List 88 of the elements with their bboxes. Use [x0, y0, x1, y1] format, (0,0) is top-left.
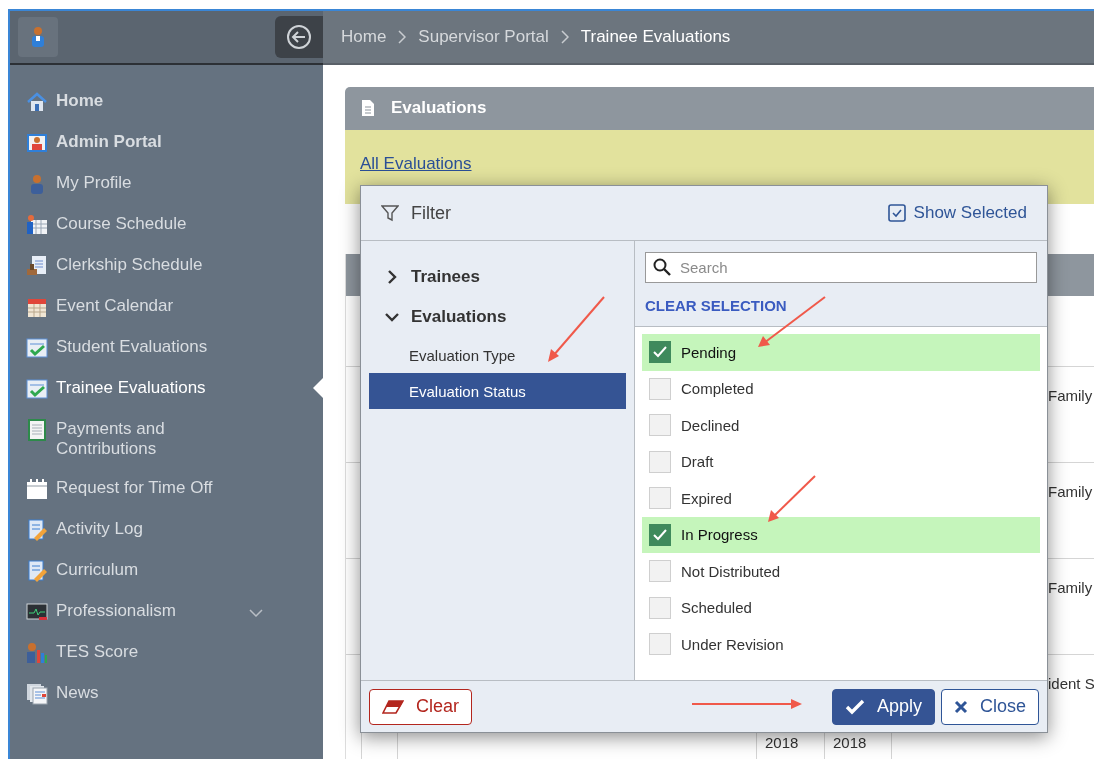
sidebar-item[interactable]: Request for Time Off [10, 468, 323, 509]
option-row[interactable]: Pending [642, 334, 1040, 371]
house-icon [26, 91, 48, 113]
calendar-icon [26, 478, 48, 500]
checkmark-icon [653, 528, 667, 541]
annotation-arrow [548, 296, 605, 362]
sidebar-item[interactable]: Professionalism [10, 591, 323, 632]
all-evaluations-link[interactable]: All Evaluations [360, 153, 472, 173]
back-button[interactable] [275, 16, 323, 58]
person-card-icon [26, 132, 48, 154]
tree-node[interactable]: Trainees [369, 257, 626, 297]
tree-node[interactable]: Evaluations [369, 297, 626, 337]
monitor-icon [26, 601, 48, 623]
sidebar-item[interactable]: TES Score [10, 632, 323, 673]
clear-selection-link[interactable]: CLEAR SELECTION [645, 297, 1037, 314]
close-button[interactable]: Close [940, 688, 1039, 725]
option-label: Expired [681, 489, 732, 507]
eraser-icon [382, 699, 404, 714]
annotation-arrow [768, 475, 816, 522]
chevron-down-icon [385, 312, 399, 322]
option-label: Pending [681, 343, 737, 361]
chevron-down-icon [249, 609, 263, 617]
table-cell-text: Family [1048, 579, 1093, 598]
sidebar-item[interactable]: Admin Portal [10, 122, 323, 163]
document-stamp-icon [26, 255, 48, 277]
option-row[interactable]: Completed [642, 370, 1040, 407]
option-row[interactable]: Expired [642, 480, 1040, 517]
document-icon [361, 99, 375, 118]
person-icon [30, 26, 46, 48]
sidebar-item[interactable]: Clerkship Schedule [10, 245, 323, 286]
notebook-icon [26, 419, 48, 441]
option-row[interactable]: Declined [642, 407, 1040, 444]
checkmark-icon [653, 346, 667, 359]
chevron-right-icon [398, 30, 407, 44]
checkbox[interactable] [649, 341, 671, 364]
notepad-pencil-icon [26, 560, 48, 582]
calendar-icon [26, 296, 48, 318]
option-row[interactable]: Draft [642, 443, 1040, 480]
search-field[interactable]: Search [645, 252, 1037, 283]
option-row[interactable]: Under Revision [642, 626, 1040, 663]
newspaper-icon [26, 683, 48, 705]
table-cell-text: Family [1048, 387, 1093, 406]
tree-item[interactable]: Evaluation Type [369, 337, 626, 373]
filter-title: Filter [411, 202, 451, 224]
chevron-right-icon [385, 270, 399, 284]
sidebar-item[interactable]: Event Calendar [10, 286, 323, 327]
breadcrumb-link[interactable]: Home [341, 27, 387, 47]
avatar-button[interactable] [18, 17, 58, 57]
sidebar-item[interactable]: Payments and Contributions [10, 409, 323, 468]
sidebar-item[interactable]: Student Evaluations [10, 327, 323, 368]
sidebar-item[interactable]: My Profile [10, 163, 323, 204]
bar-chart-icon [26, 642, 48, 664]
sidebar-item[interactable]: Activity Log [10, 509, 323, 550]
checkbox-checked-icon [887, 204, 906, 222]
tree-item[interactable]: Evaluation Status [369, 373, 626, 409]
option-row[interactable]: In Progress [642, 516, 1040, 553]
check-icon [844, 698, 865, 715]
checklist-icon [26, 337, 48, 359]
checkbox[interactable] [649, 523, 671, 546]
calendar-grid-icon [26, 214, 48, 236]
apply-button[interactable]: Apply [831, 688, 935, 725]
option-label: Draft [681, 453, 714, 471]
notepad-pencil-icon [26, 519, 48, 541]
table-cell-text: ident S [1048, 675, 1094, 694]
option-label: Completed [681, 380, 754, 398]
filter-icon [381, 204, 399, 222]
sidebar-item[interactable]: Course Schedule [10, 204, 323, 245]
clear-button[interactable]: Clear [369, 688, 472, 725]
breadcrumb-link[interactable]: Supervisor Portal [418, 27, 549, 47]
option-label: Scheduled [681, 599, 752, 617]
sidebar-item[interactable]: Curriculum [10, 550, 323, 591]
panel-title: Evaluations [391, 98, 487, 119]
sidebar-item[interactable]: News [10, 673, 323, 714]
show-selected-toggle[interactable]: Show Selected [887, 203, 1027, 223]
option-label: Declined [681, 416, 740, 434]
option-label: In Progress [681, 526, 758, 544]
option-row[interactable]: Not Distributed [642, 553, 1040, 590]
table-cell-text: Family [1048, 483, 1093, 502]
option-label: Not Distributed [681, 562, 781, 580]
chevron-right-icon [560, 30, 569, 44]
table-cell: 2018 [833, 734, 867, 751]
option-label: Under Revision [681, 635, 784, 653]
option-row[interactable]: Scheduled [642, 589, 1040, 626]
close-icon [953, 699, 968, 714]
table-cell: 2018 [765, 734, 799, 751]
breadcrumb-link[interactable]: Trainee Evaluations [580, 27, 731, 47]
sidebar-item[interactable]: Home [10, 81, 323, 122]
checklist-icon [26, 378, 48, 400]
